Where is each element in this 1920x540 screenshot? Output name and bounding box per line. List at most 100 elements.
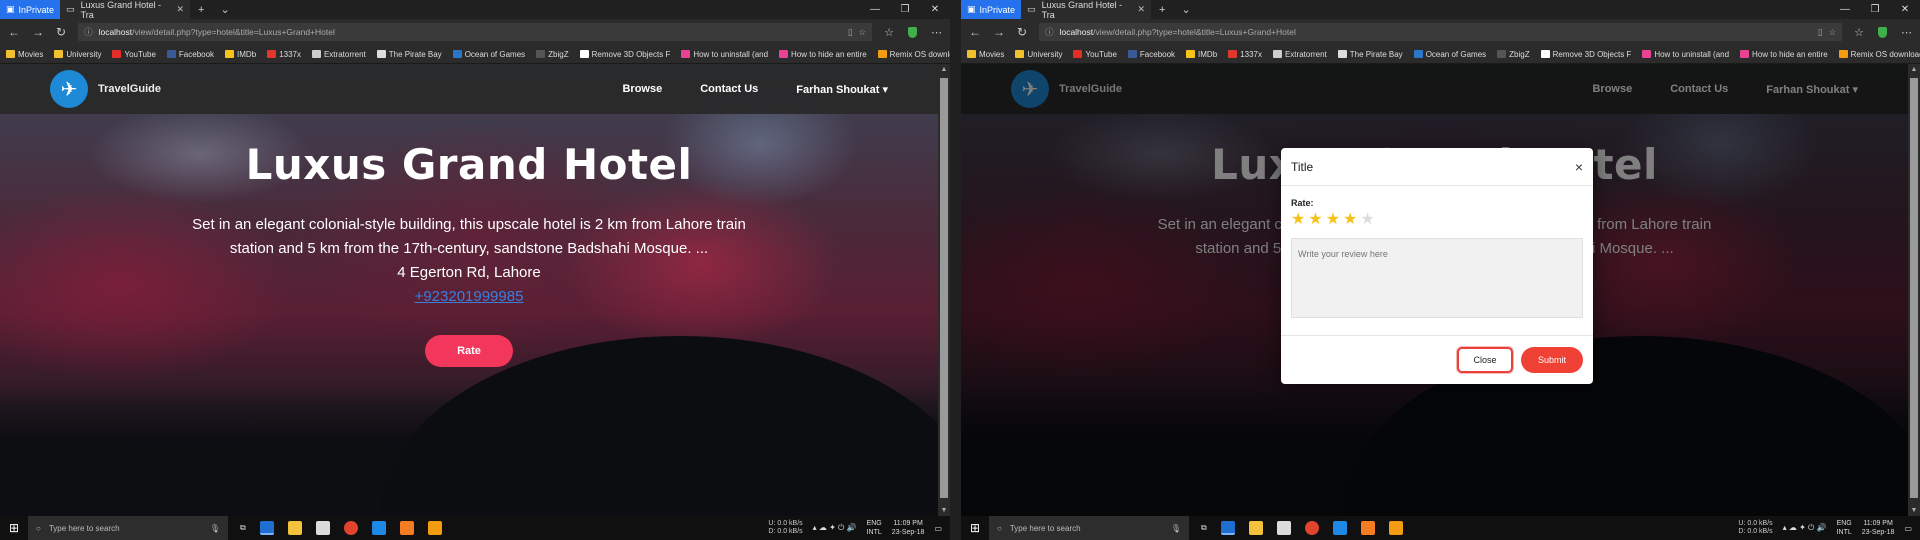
- task-view-icon[interactable]: ⧉: [1201, 523, 1207, 533]
- tab-list-chevron-icon[interactable]: ⌄: [212, 3, 237, 16]
- site-info-icon[interactable]: ⓘ: [1045, 26, 1054, 38]
- back-icon[interactable]: ←: [8, 25, 20, 39]
- fav-item[interactable]: The Pirate Bay: [1337, 50, 1403, 59]
- scroll-up-icon[interactable]: ▲: [1908, 66, 1920, 73]
- fav-item[interactable]: ZbigZ: [1497, 50, 1530, 59]
- reading-view-icon[interactable]: ▯: [1818, 27, 1823, 38]
- taskbar-search[interactable]: ○ Type here to search 🎙: [28, 516, 228, 540]
- fav-item[interactable]: How to uninstall (and: [1642, 50, 1729, 59]
- forward-icon[interactable]: →: [32, 25, 44, 39]
- favorites-hub-icon[interactable]: ☆: [1854, 26, 1864, 39]
- scrollbar[interactable]: ▲ ▼: [938, 64, 950, 516]
- close-window-icon[interactable]: ✕: [1890, 4, 1920, 15]
- favorite-star-icon[interactable]: ☆: [1829, 27, 1837, 38]
- taskbar-search[interactable]: ○ Type here to search 🎙: [989, 516, 1189, 540]
- file-explorer-icon[interactable]: [1248, 521, 1263, 535]
- windows-start-icon[interactable]: ⊞: [0, 521, 28, 535]
- forward-icon[interactable]: →: [993, 25, 1005, 39]
- new-tab-icon[interactable]: +: [190, 4, 212, 16]
- fav-item[interactable]: Ocean of Games: [1413, 50, 1486, 59]
- more-menu-icon[interactable]: ⋯: [931, 26, 942, 39]
- fav-item[interactable]: Remove 3D Objects F: [1540, 50, 1631, 59]
- address-bar[interactable]: ⓘ localhost/view/detail.php?type=hotel&t…: [1039, 23, 1843, 41]
- minimize-icon[interactable]: —: [1830, 4, 1860, 15]
- fav-item[interactable]: YouTube: [1073, 50, 1117, 59]
- scroll-thumb[interactable]: [1910, 78, 1918, 498]
- browser-tab[interactable]: ▭ Luxus Grand Hotel - Tra ✕: [60, 0, 191, 20]
- windows-start-icon[interactable]: ⊞: [961, 521, 989, 535]
- favorite-star-icon[interactable]: ☆: [859, 27, 867, 38]
- scrollbar[interactable]: ▲ ▼: [1908, 64, 1920, 516]
- address-bar[interactable]: ⓘ localhost/view/detail.php?type=hotel&t…: [78, 23, 873, 41]
- star-icon[interactable]: ★: [1291, 212, 1305, 228]
- tab-list-chevron-icon[interactable]: ⌄: [1173, 3, 1198, 16]
- fav-item[interactable]: Facebook: [166, 50, 214, 59]
- nav-user-menu[interactable]: Farhan Shoukat ▾: [796, 83, 888, 96]
- extension-shield-icon[interactable]: [908, 26, 917, 38]
- xampp-icon[interactable]: [399, 521, 414, 535]
- extension-shield-icon[interactable]: [1878, 26, 1887, 38]
- fav-item[interactable]: How to uninstall (and: [681, 50, 768, 59]
- fav-item[interactable]: Remove 3D Objects F: [579, 50, 670, 59]
- nav-contact-us[interactable]: Contact Us: [700, 83, 758, 96]
- xampp-icon[interactable]: [1360, 521, 1375, 535]
- tray-icons[interactable]: ▴ ☁ ✦ ⏻ 🔊: [1783, 523, 1827, 533]
- close-icon[interactable]: ×: [1575, 159, 1583, 175]
- maximize-icon[interactable]: ❐: [1860, 4, 1890, 15]
- store-icon[interactable]: [1276, 521, 1291, 535]
- app-icon[interactable]: [371, 521, 386, 535]
- close-button[interactable]: Close: [1457, 347, 1513, 373]
- fav-item[interactable]: 1337x: [1228, 50, 1262, 59]
- microphone-icon[interactable]: 🎙: [1171, 524, 1181, 533]
- scroll-down-icon[interactable]: ▼: [938, 507, 950, 514]
- star-icon[interactable]: ★: [1343, 212, 1357, 228]
- microphone-icon[interactable]: 🎙: [210, 524, 220, 533]
- fav-item[interactable]: How to hide an entire: [779, 50, 867, 59]
- close-tab-icon[interactable]: ✕: [177, 4, 185, 15]
- fav-item[interactable]: How to hide an entire: [1740, 50, 1828, 59]
- edge-icon[interactable]: [1220, 521, 1235, 535]
- fav-item[interactable]: University: [54, 50, 101, 59]
- tray-icons[interactable]: ▴ ☁ ✦ ⏻ 🔊: [813, 523, 857, 533]
- review-textarea[interactable]: [1291, 238, 1583, 318]
- fav-item[interactable]: IMDb: [1186, 50, 1217, 59]
- clock[interactable]: 11:09 PM 23-Sep-18: [892, 519, 925, 537]
- maximize-icon[interactable]: ❐: [890, 4, 920, 15]
- rate-button[interactable]: Rate: [425, 335, 513, 367]
- chrome-icon[interactable]: [343, 521, 358, 535]
- fav-item[interactable]: Remix OS download |: [1838, 50, 1920, 59]
- plane-icon[interactable]: ✈: [50, 70, 88, 108]
- fav-item[interactable]: University: [1015, 50, 1062, 59]
- fav-item[interactable]: Extratorrent: [1272, 50, 1327, 59]
- refresh-icon[interactable]: ↻: [1017, 25, 1027, 39]
- fav-item[interactable]: ZbigZ: [536, 50, 569, 59]
- hotel-phone-link[interactable]: +923201999985: [0, 285, 938, 309]
- fav-item[interactable]: Movies: [967, 50, 1004, 59]
- sublime-icon[interactable]: [1388, 521, 1403, 535]
- fav-item[interactable]: YouTube: [112, 50, 156, 59]
- action-center-icon[interactable]: ▭: [1904, 524, 1912, 533]
- scroll-down-icon[interactable]: ▼: [1908, 507, 1920, 514]
- back-icon[interactable]: ←: [969, 25, 981, 39]
- edge-icon[interactable]: [259, 521, 274, 535]
- fav-item[interactable]: Ocean of Games: [452, 50, 525, 59]
- close-tab-icon[interactable]: ✕: [1138, 4, 1146, 15]
- language-indicator[interactable]: ENG INTL: [1837, 519, 1852, 537]
- star-icon[interactable]: ★: [1360, 212, 1374, 228]
- submit-button[interactable]: Submit: [1521, 347, 1583, 373]
- file-explorer-icon[interactable]: [287, 521, 302, 535]
- nav-browse[interactable]: Browse: [622, 83, 662, 96]
- clock[interactable]: 11:09 PM 23-Sep-18: [1862, 519, 1895, 537]
- fav-item[interactable]: IMDb: [225, 50, 256, 59]
- new-tab-icon[interactable]: +: [1151, 4, 1173, 16]
- favorites-hub-icon[interactable]: ☆: [884, 26, 894, 39]
- fav-item[interactable]: 1337x: [267, 50, 301, 59]
- browser-tab[interactable]: ▭ Luxus Grand Hotel - Tra ✕: [1021, 0, 1152, 20]
- scroll-up-icon[interactable]: ▲: [938, 66, 950, 73]
- fav-item[interactable]: Facebook: [1127, 50, 1175, 59]
- star-icon[interactable]: ★: [1326, 212, 1340, 228]
- scroll-thumb[interactable]: [940, 78, 948, 498]
- sublime-icon[interactable]: [427, 521, 442, 535]
- language-indicator[interactable]: ENG INTL: [867, 519, 882, 537]
- fav-item[interactable]: Movies: [6, 50, 43, 59]
